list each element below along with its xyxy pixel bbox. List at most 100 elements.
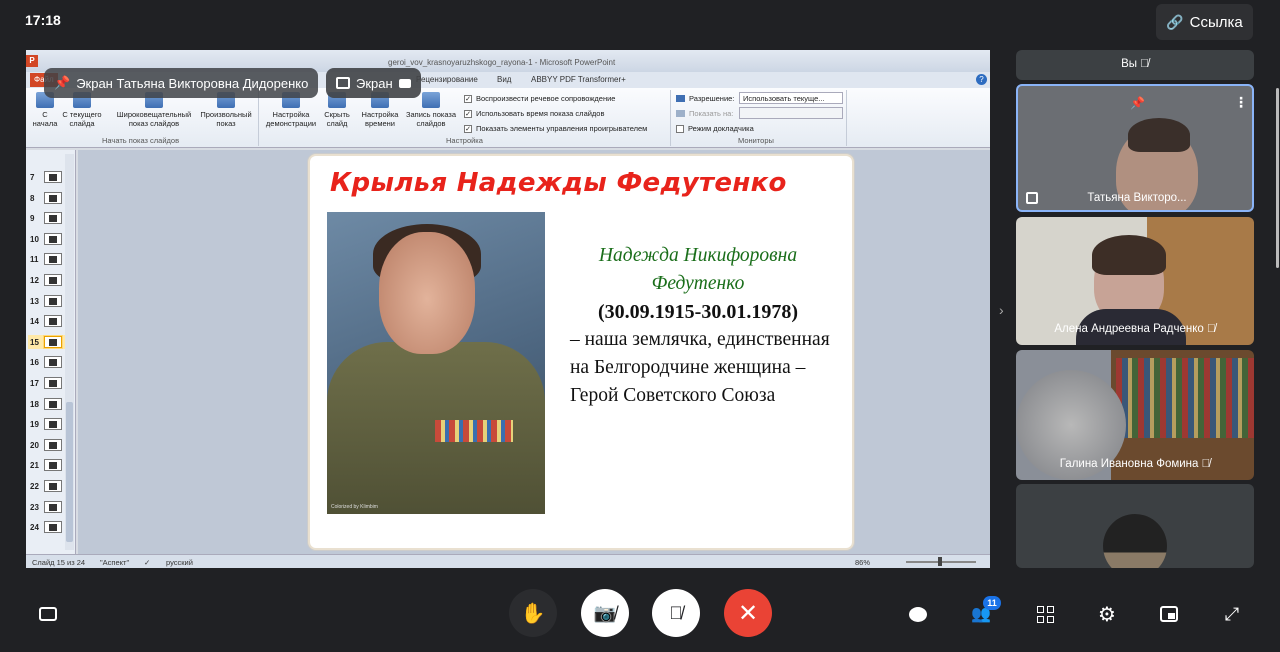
media-controls-checkbox[interactable]: ✓ Показать элементы управления проигрыват…	[464, 124, 647, 133]
mic-off-icon: 🎙̸	[669, 602, 683, 623]
more-options-icon[interactable]: ⋮	[1234, 94, 1248, 111]
shared-screen: P geroi_vov_krasnoyaruzhskogo_rayona-1 -…	[26, 50, 990, 568]
timings-checkbox[interactable]: ✓ Использовать время показа слайдов	[464, 109, 604, 118]
help-icon[interactable]: ?	[976, 74, 987, 85]
camera-icon	[398, 78, 411, 88]
slide-preview	[44, 521, 62, 534]
presenter-pill: 📌 Экран Татьяна Викторовна Дидоренко	[44, 68, 319, 98]
tile-alena[interactable]: Алена Андреевна Радченко 🎙̸	[1016, 217, 1254, 345]
group-start-label: Начать показ слайдов	[102, 136, 180, 145]
slide-number: 7	[30, 173, 35, 182]
slide-preview	[44, 459, 62, 472]
slide-number: 17	[30, 379, 39, 388]
link-icon: 🔗	[1166, 13, 1184, 30]
expand-icon: ⤢	[1224, 603, 1240, 624]
slide-preview	[44, 232, 62, 245]
powerpoint-icon: P	[26, 55, 38, 67]
settings-button[interactable]: ⚙	[1093, 600, 1121, 628]
slide-preview	[44, 377, 62, 389]
raise-hand-button[interactable]: ✋	[509, 589, 557, 637]
chat-button[interactable]	[904, 600, 932, 628]
spellcheck-icon: ✓	[144, 558, 151, 567]
layout-grid-button[interactable]	[1031, 600, 1059, 628]
chat-icon	[909, 606, 927, 622]
slide-preview	[44, 171, 62, 183]
tab-abbyy[interactable]: ABBYY PDF Transformer+	[531, 75, 626, 84]
tab-view[interactable]: Вид	[497, 75, 511, 84]
show-on-label: Показать на:	[676, 109, 733, 118]
resolution-label: Разрешение:	[676, 94, 734, 103]
checkmark-icon: ✓	[464, 109, 472, 118]
tiles-scrollbar[interactable]	[1276, 88, 1279, 268]
slide-preview	[44, 438, 62, 451]
mic-off-icon: 🎙̸	[1140, 58, 1149, 70]
photo-caption: Colorized by Klimbim	[331, 504, 378, 510]
slide-preview	[44, 315, 62, 328]
slide-number: 15	[30, 337, 39, 347]
fullscreen-button[interactable]: ⤢	[1218, 600, 1246, 628]
zoom-slider-thumb[interactable]	[938, 557, 942, 566]
avatar	[1103, 514, 1167, 568]
portrait-photo: Colorized by Klimbim	[327, 212, 545, 514]
record-icon	[422, 92, 440, 108]
tile-tatiana[interactable]: 📌 ⋮ Татьяна Викторо...	[1016, 84, 1254, 212]
slide-preview	[44, 500, 62, 513]
pin-icon[interactable]: 📌	[1130, 96, 1145, 110]
bookshelf	[1116, 358, 1254, 438]
hero-dates: (30.09.1915-30.01.1978)	[598, 301, 798, 323]
mic-off-icon: 🎙̸	[1206, 323, 1216, 335]
slide-editor: Крылья Надежды Федутенко Colorized by Kl…	[78, 150, 990, 554]
ppt-window-title: geroi_vov_krasnoyaruzhskogo_rayona-1 - M…	[388, 58, 616, 67]
screen-pill[interactable]: Экран	[326, 68, 421, 98]
mic-off-icon: 🎙̸	[1201, 458, 1211, 470]
pin-icon: 📌	[54, 75, 71, 90]
checkmark-icon: ✓	[464, 124, 472, 133]
resolution-select[interactable]: Использовать текуще...	[739, 92, 843, 104]
show-on-select[interactable]	[739, 107, 843, 119]
share-screen-button[interactable]	[34, 600, 62, 628]
camera-off-icon: 📷̸	[593, 602, 617, 623]
narration-checkbox[interactable]: ✓ Воспроизвести речевое сопровождение	[464, 94, 615, 103]
tile-you[interactable]: Вы 🎙̸	[1016, 50, 1254, 80]
slide-number: 11	[30, 255, 39, 265]
slide-preview	[44, 335, 62, 348]
slide-number: 19	[30, 420, 39, 430]
camera-toggle-button[interactable]: 📷̸	[581, 589, 629, 637]
hero-name: Надежда Никифоровна Федутенко	[598, 245, 798, 294]
slide-number: 21	[30, 461, 39, 471]
end-call-button[interactable]: ✕	[724, 589, 772, 637]
slide-number: 9	[30, 214, 35, 224]
pip-button[interactable]	[1155, 600, 1183, 628]
theme-name: "Аспект"	[100, 558, 130, 567]
presenter-view-checkbox[interactable]: Режим докладчика	[676, 124, 754, 133]
tile-participant-5[interactable]	[1016, 484, 1254, 568]
chevron-right-icon[interactable]: ›	[999, 302, 1004, 318]
thumbnails-scrollbar[interactable]	[65, 154, 74, 550]
slide-preview	[44, 294, 62, 307]
medals	[435, 420, 513, 442]
tile-galina[interactable]: Галина Ивановна Фомина 🎙̸	[1016, 350, 1254, 480]
slide-bio: Надежда Никифоровна Федутенко (30.09.191…	[570, 242, 850, 410]
slide-preview	[44, 480, 62, 492]
screen-share-icon	[336, 77, 350, 89]
slide-preview	[44, 418, 62, 431]
hero-text: – наша землячка, единственная на Белгоро…	[570, 329, 830, 406]
status-time: 17:18	[25, 12, 61, 28]
grid-icon	[1036, 605, 1054, 623]
group-monitors-label: Мониторы	[738, 136, 774, 145]
slide-number: 14	[30, 317, 39, 327]
slide-number: 10	[30, 234, 39, 244]
gear-icon: ⚙	[1098, 603, 1116, 626]
screen-share-icon	[39, 607, 57, 621]
slide-number: 23	[30, 502, 39, 512]
current-slide[interactable]: Крылья Надежды Федутенко Colorized by Kl…	[308, 154, 854, 550]
picture-in-picture-icon	[1160, 606, 1178, 622]
slide-number: 8	[30, 193, 35, 203]
slide-number: 13	[30, 296, 39, 306]
slide-preview	[44, 274, 62, 286]
slide-number: 16	[30, 358, 39, 368]
slide-preview	[44, 397, 62, 410]
link-button[interactable]: 🔗 Ссылка	[1156, 4, 1253, 40]
mic-toggle-button[interactable]: 🎙̸	[652, 589, 700, 637]
tab-review[interactable]: Рецензирование	[416, 75, 478, 84]
